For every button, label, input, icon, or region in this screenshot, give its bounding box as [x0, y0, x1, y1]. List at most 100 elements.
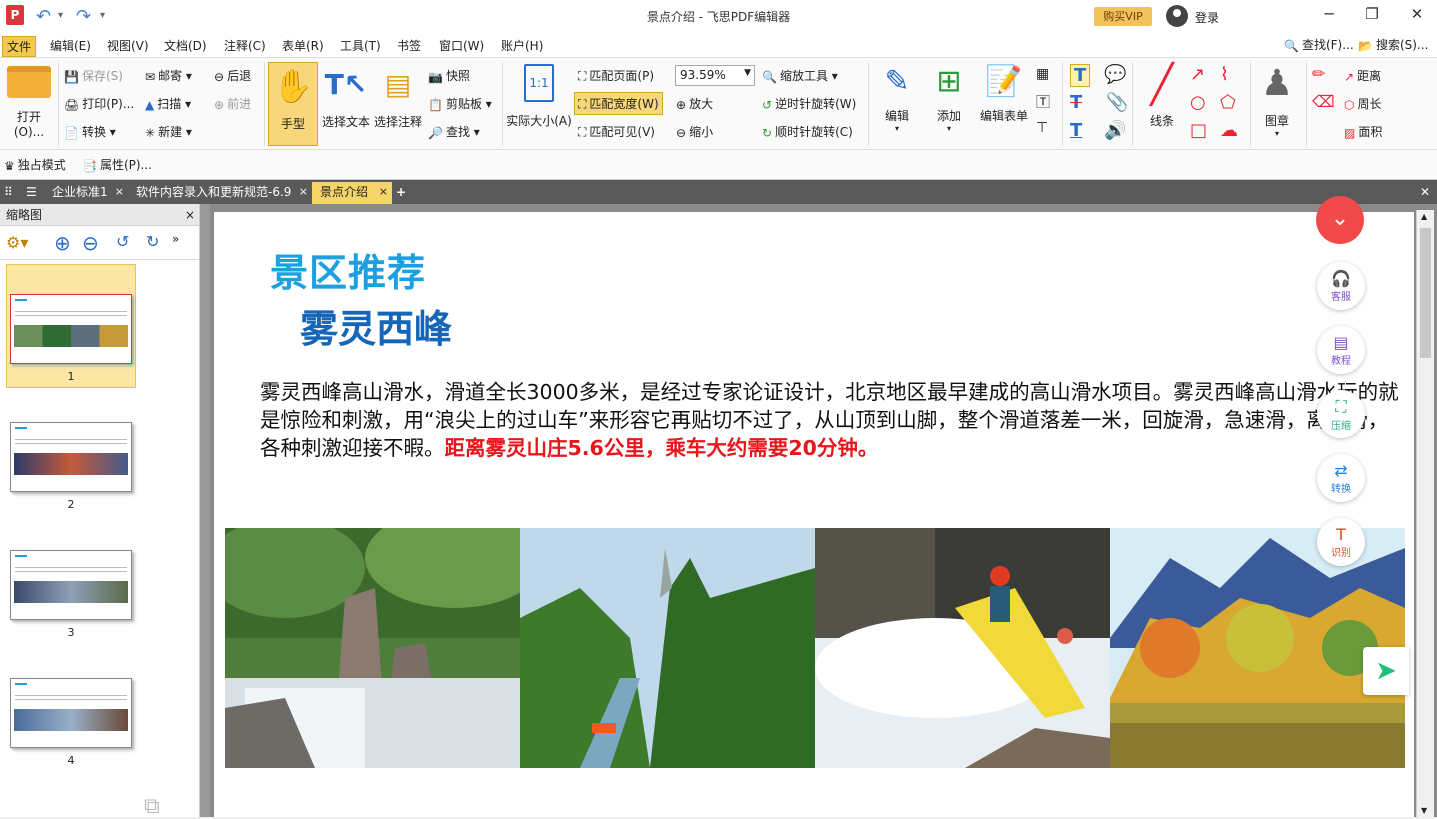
close-panel-icon[interactable]: ×	[185, 204, 195, 226]
properties-button[interactable]: 📑 属性(P)...	[82, 156, 152, 173]
ocr-button[interactable]: T 识别	[1317, 518, 1365, 566]
tab-enterprise-standard[interactable]: 企业标准1 ×	[44, 182, 128, 204]
tab-software-spec[interactable]: 软件内容录入和更新规范-6.9 ×	[128, 182, 312, 204]
clipboard-button[interactable]: 📋 剪贴板 ▾	[428, 95, 492, 112]
zoom-select[interactable]: 93.59% ▼	[675, 65, 755, 86]
highlight-text-icon[interactable]: T	[1070, 64, 1091, 87]
polygon-icon[interactable]: ⬠	[1220, 92, 1236, 113]
forward-button[interactable]: ⊕ 前进	[214, 95, 251, 112]
zoom-tool-button[interactable]: 🔍 缩放工具 ▾	[762, 67, 838, 84]
print-button[interactable]: 🖨 打印(P)...	[64, 95, 134, 112]
fit-width-button[interactable]: ⛶ 匹配宽度(W)	[574, 92, 663, 115]
distance-button[interactable]: ↗ 距离	[1344, 67, 1381, 84]
rotate-ccw-page-icon[interactable]: ↺	[116, 232, 129, 251]
snapshot-button[interactable]: 📷 快照	[428, 67, 470, 84]
tab-scenic-intro[interactable]: 景点介绍 ×	[312, 182, 392, 204]
perimeter-button[interactable]: ⬡ 周长	[1344, 95, 1382, 112]
edit-button[interactable]: ✎ 编辑 ▾	[872, 64, 922, 133]
shrink-thumbnail-icon[interactable]: ⊖	[82, 231, 99, 255]
maximize-button[interactable]: ❐	[1357, 5, 1387, 25]
area-button[interactable]: ▨ 面积	[1344, 123, 1382, 140]
pencil-icon[interactable]: ✏	[1312, 64, 1325, 83]
thumbnail-page-4[interactable]: 4	[6, 678, 136, 767]
select-text-button[interactable]: T↖ 选择文本	[320, 64, 372, 130]
arrow-icon[interactable]: ↗	[1190, 64, 1205, 85]
sound-icon[interactable]: 🔊	[1104, 120, 1126, 141]
scan-button[interactable]: ▲ 扫描 ▾	[145, 95, 191, 112]
redo-icon[interactable]: ↷	[76, 6, 91, 27]
rectangle-icon[interactable]: □	[1190, 120, 1207, 141]
underline-icon[interactable]: T	[1070, 120, 1082, 141]
typewriter-icon[interactable]: ⊤	[1036, 120, 1048, 136]
add-button[interactable]: ⊞ 添加 ▾	[924, 64, 974, 133]
eraser-icon[interactable]: ⌫	[1312, 92, 1335, 111]
more-options-icon[interactable]: »	[172, 232, 179, 246]
zoom-out-button[interactable]: ⊖ 缩小	[676, 123, 713, 140]
minimize-button[interactable]: ─	[1314, 5, 1344, 25]
close-all-tabs-button[interactable]: ✕	[1418, 182, 1436, 204]
close-tab-icon[interactable]: ×	[379, 182, 388, 202]
zoom-in-button[interactable]: ⊕ 放大	[676, 95, 713, 112]
menu-view[interactable]: 视图(V)	[103, 36, 153, 55]
grip-icon[interactable]: ⠿	[0, 182, 20, 204]
find-tool-button[interactable]: 🔎 查找 ▾	[428, 123, 480, 140]
convert-side-button[interactable]: ⇄ 转换	[1317, 454, 1365, 502]
customer-service-button[interactable]: 🎧 客服	[1317, 262, 1365, 310]
close-tab-icon[interactable]: ×	[115, 182, 124, 202]
scroll-down-icon[interactable]: ▼	[1421, 806, 1427, 815]
thumbnail-page-1[interactable]: 1	[6, 264, 136, 388]
scrollbar-thumb[interactable]	[1420, 228, 1431, 358]
tutorial-button[interactable]: ▤ 教程	[1317, 326, 1365, 374]
close-tab-icon[interactable]: ×	[299, 182, 308, 202]
panel-splitter[interactable]	[200, 204, 210, 817]
rotate-cw-button[interactable]: ↻ 顺时针旋转(C)	[762, 123, 853, 140]
collapse-toggle-button[interactable]: ⌄	[1316, 196, 1364, 244]
text-box-icon[interactable]: 🅃	[1036, 92, 1050, 112]
stamp-button[interactable]: ♟ 图章 ▾	[1252, 62, 1302, 138]
login-link[interactable]: 登录	[1195, 9, 1219, 26]
rotate-cw-page-icon[interactable]: ↻	[146, 232, 159, 251]
menu-bookmarks[interactable]: 书签	[393, 36, 425, 55]
tab-list-icon[interactable]: ☰	[22, 182, 44, 204]
save-button[interactable]: 💾 保存(S)	[64, 67, 123, 84]
thumbnail-page-2[interactable]: 2	[6, 422, 136, 511]
circle-icon[interactable]: ○	[1190, 92, 1206, 113]
enlarge-thumbnail-icon[interactable]: ⊕	[54, 231, 71, 255]
buy-vip-button[interactable]: 购买VIP	[1094, 7, 1152, 26]
text-field-icon[interactable]: ▦	[1036, 66, 1049, 82]
undo-icon[interactable]: ↶	[36, 6, 51, 27]
menu-document[interactable]: 文档(D)	[160, 36, 211, 55]
vertical-scrollbar[interactable]: ▲ ▼	[1416, 210, 1434, 817]
fit-page-button[interactable]: ⛶ 匹配页面(P)	[578, 67, 654, 84]
menu-account[interactable]: 账户(H)	[497, 36, 547, 55]
back-button[interactable]: ⊖ 后退	[214, 67, 251, 84]
lines-button[interactable]: ╱ 线条	[1136, 62, 1188, 129]
hand-tool-button[interactable]: ✋ 手型	[268, 62, 318, 146]
close-window-button[interactable]: ✕	[1402, 5, 1432, 25]
scroll-up-icon[interactable]: ▲	[1421, 212, 1427, 221]
menu-tools[interactable]: 工具(T)	[336, 36, 385, 55]
fit-visible-button[interactable]: ⛶ 匹配可见(V)	[578, 123, 655, 140]
compress-button[interactable]: ⛶ 压缩	[1317, 390, 1365, 438]
convert-button[interactable]: 📄 转换 ▾	[64, 123, 116, 140]
quick-access-dropdown-icon[interactable]: ▾	[100, 10, 105, 21]
select-annotation-button[interactable]: ▤ 选择注释	[372, 64, 424, 130]
find-button[interactable]: 🔍 查找(F)...	[1284, 36, 1354, 53]
menu-form[interactable]: 表单(R)	[278, 36, 328, 55]
edit-form-button[interactable]: 📝 编辑表单	[976, 64, 1032, 124]
mail-button[interactable]: ✉ 邮寄 ▾	[145, 67, 192, 84]
search-button[interactable]: 📂 搜索(S)...	[1358, 36, 1428, 53]
strikeout-icon[interactable]: T	[1070, 92, 1082, 113]
menu-window[interactable]: 窗口(W)	[435, 36, 488, 55]
attachment-icon[interactable]: 📎	[1106, 92, 1128, 113]
actual-size-button[interactable]: 1:1 实际大小(A)	[506, 64, 572, 129]
note-icon[interactable]: 💬	[1104, 64, 1126, 85]
menu-edit[interactable]: 编辑(E)	[46, 36, 95, 55]
new-button[interactable]: ✳ 新建 ▾	[145, 123, 192, 140]
cloud-icon[interactable]: ☁	[1220, 120, 1238, 141]
thumbnail-page-3[interactable]: 3	[6, 550, 136, 639]
open-button[interactable]: 打开(O)...	[2, 66, 56, 139]
polyline-icon[interactable]: ⌇	[1220, 64, 1229, 85]
rotate-ccw-button[interactable]: ↺ 逆时针旋转(W)	[762, 95, 856, 112]
menu-file[interactable]: 文件	[2, 36, 37, 57]
